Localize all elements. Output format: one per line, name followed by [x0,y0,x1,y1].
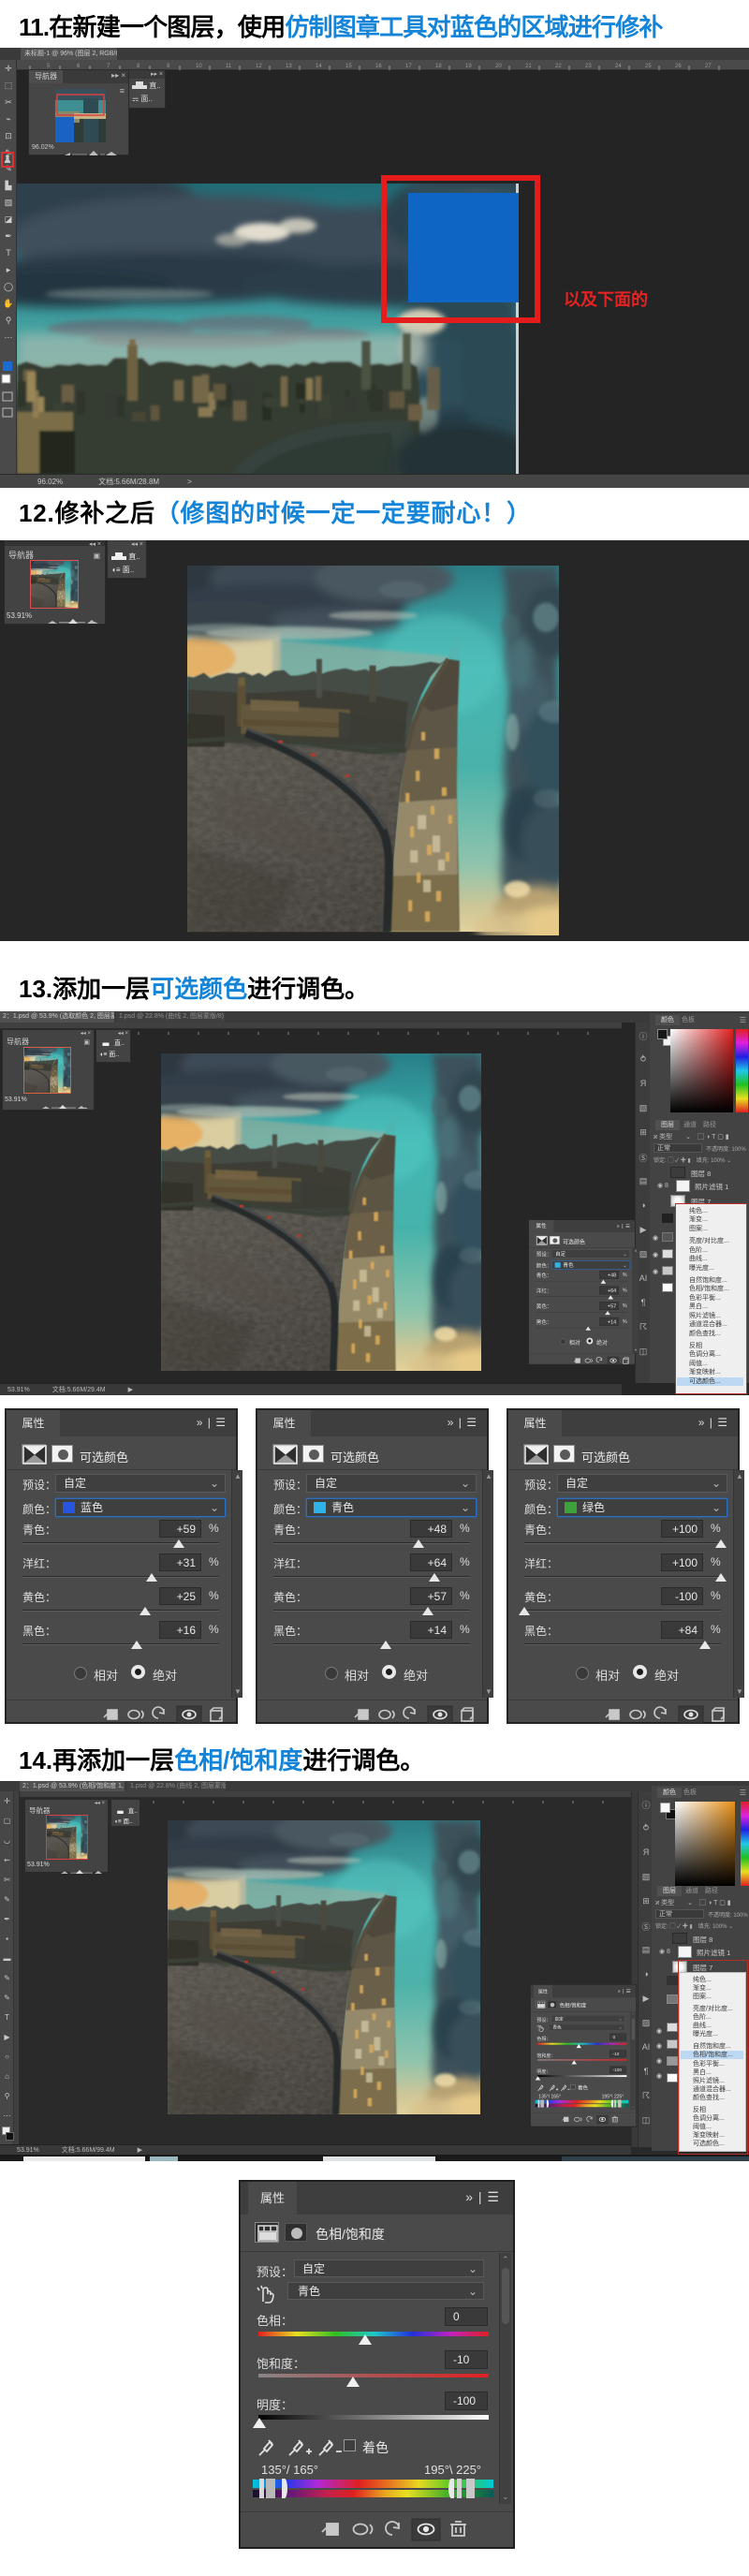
svg-text:23: 23 [585,64,592,69]
svg-text:8: 8 [137,64,140,69]
svg-text:5: 5 [47,64,51,69]
svg-text:25: 25 [645,64,652,69]
svg-text:15: 15 [345,64,352,69]
svg-text:13: 13 [286,64,292,69]
svg-text:7: 7 [107,64,110,69]
svg-text:16: 16 [375,64,382,69]
svg-text:17: 17 [405,64,412,69]
svg-text:21: 21 [525,64,532,69]
svg-text:19: 19 [465,64,472,69]
svg-text:11: 11 [226,64,232,69]
svg-text:✂: ✂ [5,97,12,107]
svg-text:⊡: ⊡ [5,131,12,140]
svg-text:T: T [6,248,11,258]
svg-text:✋: ✋ [3,298,13,308]
svg-text:6: 6 [77,64,81,69]
svg-text:▸: ▸ [7,265,11,274]
svg-text:⌁: ⌁ [6,114,10,124]
svg-text:12: 12 [256,64,262,69]
svg-text:9: 9 [167,64,170,69]
svg-text:18: 18 [435,64,442,69]
svg-text:✛: ✛ [5,64,12,73]
svg-text:▙: ▙ [5,180,13,191]
svg-text:22: 22 [555,64,562,69]
svg-text:◯: ◯ [4,282,13,292]
svg-text:⬚: ⬚ [5,81,13,90]
svg-text:⚲: ⚲ [6,316,12,325]
svg-text:24: 24 [615,64,622,69]
svg-text:⋯: ⋯ [5,332,13,342]
svg-text:27: 27 [705,64,712,69]
svg-text:20: 20 [495,64,502,69]
svg-text:◪: ◪ [5,214,13,224]
svg-text:14: 14 [316,64,322,69]
svg-text:✒: ✒ [5,231,12,241]
svg-text:26: 26 [675,64,682,69]
svg-text:10: 10 [196,64,202,69]
svg-text:▨: ▨ [5,198,13,207]
